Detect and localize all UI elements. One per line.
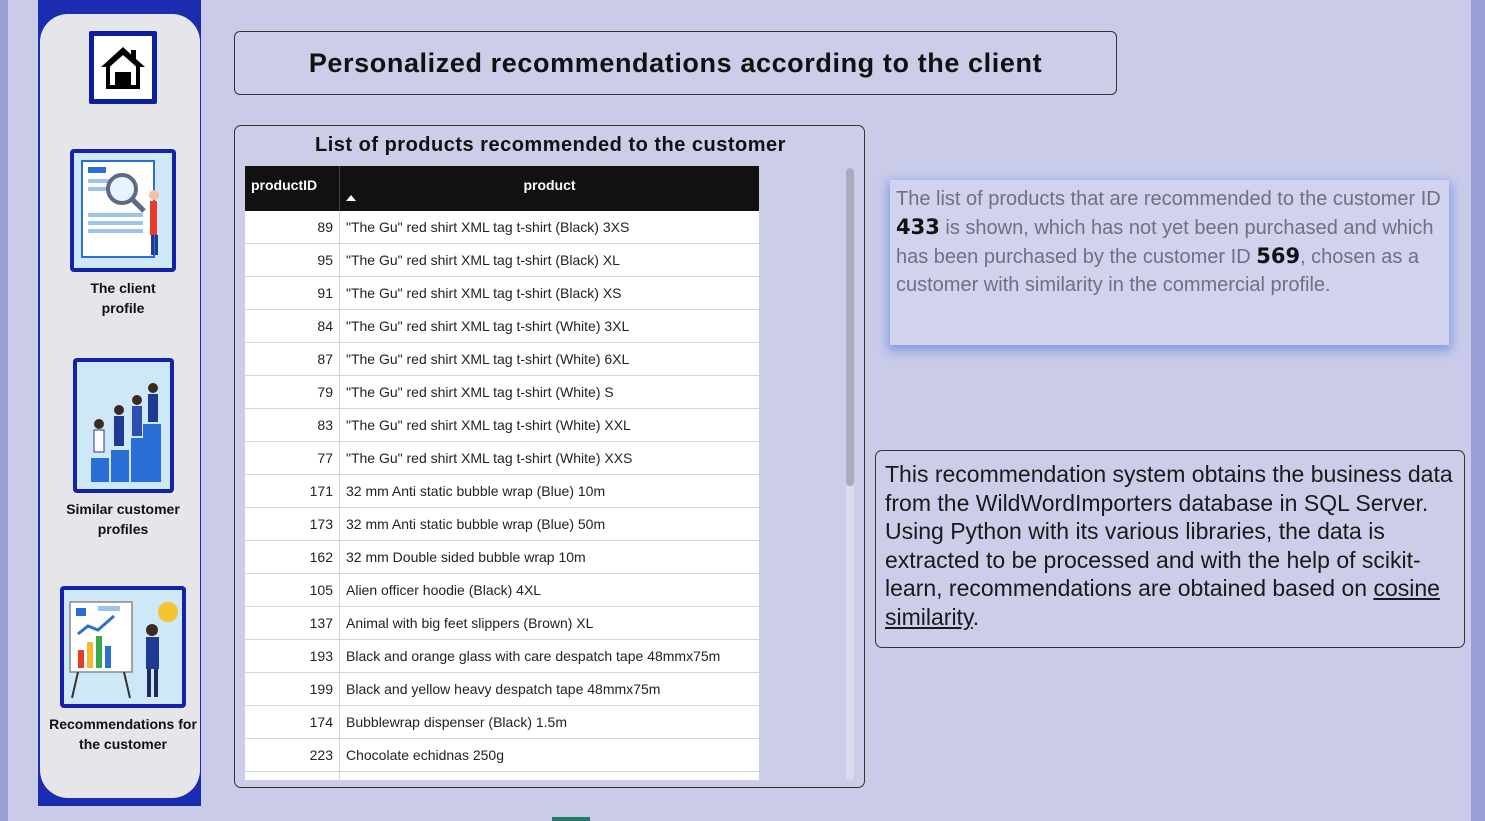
similar-customer-id-value: 569 (1256, 244, 1301, 268)
recommendation-info-box: The list of products that are recommende… (890, 180, 1449, 345)
table-scrollbar-thumb[interactable] (846, 168, 854, 486)
cell-product: 32 mm Anti static bubble wrap (Blue) 10m (346, 483, 606, 499)
cell-product: "The Gu" red shirt XML tag t-shirt (Whit… (346, 318, 630, 334)
cell-product: 32 mm Anti static bubble wrap (Blue) 50m (346, 516, 606, 532)
system-description-text: This recommendation system obtains the b… (885, 460, 1455, 631)
table-row[interactable]: 95 "The Gu" red shirt XML tag t-shirt (Bl… (245, 244, 759, 277)
cell-productid: 171 (245, 475, 340, 507)
cell-product (340, 772, 759, 780)
home-icon (94, 36, 152, 99)
cell-product: "The Gu" red shirt XML tag t-shirt (Whit… (346, 351, 630, 367)
recommendation-info-text: The list of products that are recommende… (896, 185, 1443, 299)
cell-product: "The Gu" red shirt XML tag t-shirt (Blac… (346, 219, 630, 235)
cell-productid: 77 (245, 442, 340, 474)
cell-product: Animal with big feet slippers (Brown) XL (346, 615, 594, 631)
table-row[interactable]: 171 32 mm Anti static bubble wrap (Blue) … (245, 475, 759, 508)
similar-profiles-image (72, 358, 174, 493)
cell-product: Alien officer hoodie (Black) 4XL (346, 582, 542, 598)
cell-productid: 174 (245, 706, 340, 738)
nav-label-similar-profiles: Similar customer profiles (66, 501, 180, 537)
nav-label-recommendations: Recommendations for the customer (49, 716, 197, 752)
table-title: List of products recommended to the cust… (315, 134, 786, 156)
description-body: This recommendation system obtains the b… (885, 461, 1453, 601)
cell-productid: 199 (245, 673, 340, 705)
cell-productid: 193 (245, 640, 340, 672)
cell-productid: 95 (245, 244, 340, 276)
column-header-productid[interactable]: productID (245, 166, 340, 211)
recommended-products-table[interactable]: productID product 89 "The Gu" red shirt X… (245, 166, 759, 780)
table-row[interactable]: 199 Black and yellow heavy despatch tape … (245, 673, 759, 706)
cell-productid: 173 (245, 508, 340, 540)
cell-productid: 79 (245, 376, 340, 408)
info-text-part1: The list of products that are recommende… (896, 188, 1441, 210)
table-row[interactable] (245, 772, 759, 780)
client-profile-image (70, 149, 176, 272)
table-row[interactable]: 193 Black and orange glass with care desp… (245, 640, 759, 673)
page-title: Personalized recommendations according t… (308, 47, 1043, 78)
cell-product: Chocolate echidnas 250g (346, 747, 505, 763)
column-header-product-label: product (523, 177, 576, 193)
table-row[interactable]: 83 "The Gu" red shirt XML tag t-shirt (Wh… (245, 409, 759, 442)
column-header-product[interactable]: product (340, 166, 759, 211)
sort-ascending-icon[interactable] (346, 195, 356, 201)
cell-product: "The Gu" red shirt XML tag t-shirt (Whit… (346, 450, 633, 466)
cell-productid: 89 (245, 211, 340, 243)
cell-productid (245, 772, 340, 780)
table-row[interactable]: 137 Animal with big feet slippers (Brown)… (245, 607, 759, 640)
description-end: . (972, 603, 980, 630)
cell-product: Bubblewrap dispenser (Black) 1.5m (346, 714, 567, 730)
table-row[interactable]: 89 "The Gu" red shirt XML tag t-shirt (Bl… (245, 211, 759, 244)
cell-productid: 87 (245, 343, 340, 375)
nav-similar-profiles[interactable]: Similar customer profiles (44, 358, 202, 539)
cell-productid: 83 (245, 409, 340, 441)
customer-id-value: 433 (896, 215, 940, 239)
table-row[interactable]: 79 "The Gu" red shirt XML tag t-shirt (Wh… (245, 376, 759, 409)
recommended-products-card: List of products recommended to the cust… (234, 125, 865, 788)
cell-product: "The Gu" red shirt XML tag t-shirt (Blac… (346, 285, 622, 301)
table-row[interactable]: 91 "The Gu" red shirt XML tag t-shirt (Bl… (245, 277, 759, 310)
table-row[interactable]: 162 32 mm Double sided bubble wrap 10m (245, 541, 759, 574)
cell-productid: 162 (245, 541, 340, 573)
cell-productid: 137 (245, 607, 340, 639)
table-row[interactable]: 87 "The Gu" red shirt XML tag t-shirt (Wh… (245, 343, 759, 376)
table-row[interactable]: 105 Alien officer hoodie (Black) 4XL (245, 574, 759, 607)
cell-product: "The Gu" red shirt XML tag t-shirt (Whit… (346, 384, 614, 400)
page-title-box: Personalized recommendations according t… (234, 31, 1117, 95)
table-scrollbar[interactable] (846, 168, 854, 780)
recommendations-image (60, 586, 186, 708)
cell-product: Black and yellow heavy despatch tape 48m… (346, 681, 661, 697)
table-row[interactable]: 77 "The Gu" red shirt XML tag t-shirt (Wh… (245, 442, 759, 475)
nav-recommendations[interactable]: Recommendations for the customer (44, 586, 202, 754)
table-body: 89 "The Gu" red shirt XML tag t-shirt (Bl… (245, 211, 759, 780)
system-description-box: This recommendation system obtains the b… (875, 450, 1465, 648)
cell-product: Black and orange glass with care despatc… (346, 648, 721, 664)
table-row[interactable]: 174 Bubblewrap dispenser (Black) 1.5m (245, 706, 759, 739)
nav-client-profile[interactable]: The client profile (44, 149, 202, 318)
cell-product: "The Gu" red shirt XML tag t-shirt (Blac… (346, 252, 620, 268)
cell-product: "The Gu" red shirt XML tag t-shirt (Whit… (346, 417, 631, 433)
table-row[interactable]: 84 "The Gu" red shirt XML tag t-shirt (Wh… (245, 310, 759, 343)
cell-productid: 105 (245, 574, 340, 606)
home-button[interactable] (89, 31, 157, 104)
table-header: productID product (245, 166, 759, 211)
bottom-tab-indicator[interactable] (552, 817, 590, 821)
cell-productid: 223 (245, 739, 340, 771)
cell-productid: 91 (245, 277, 340, 309)
nav-label-client-profile: The client profile (90, 280, 156, 316)
cell-productid: 84 (245, 310, 340, 342)
cell-product: 32 mm Double sided bubble wrap 10m (346, 549, 586, 565)
table-row[interactable]: 223 Chocolate echidnas 250g (245, 739, 759, 772)
table-row[interactable]: 173 32 mm Anti static bubble wrap (Blue) … (245, 508, 759, 541)
